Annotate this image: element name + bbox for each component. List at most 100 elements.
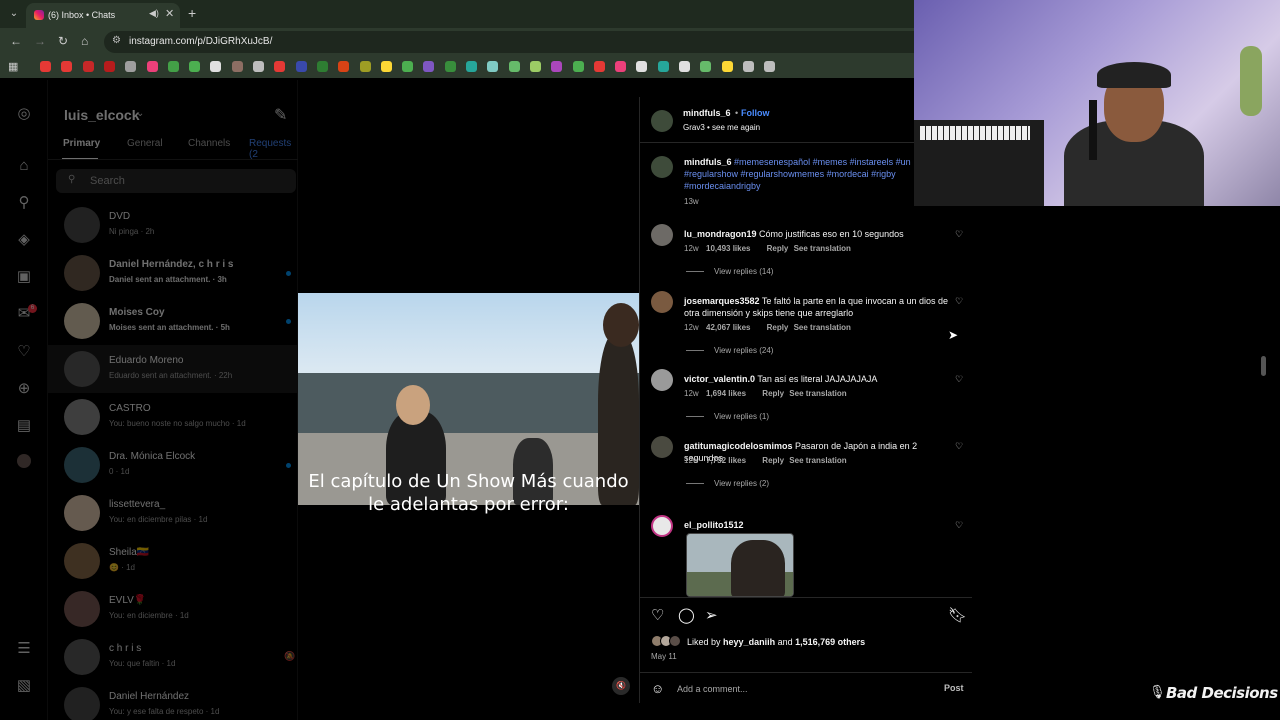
search-nav-icon[interactable]: ⚲: [14, 193, 34, 213]
search-box[interactable]: ⚲: [56, 169, 296, 193]
view-replies-button[interactable]: View replies (1): [686, 412, 769, 421]
bookmark-favicon-icon[interactable]: [487, 61, 499, 72]
bookmark-favicon-icon[interactable]: [210, 61, 222, 72]
commenter-username[interactable]: gatitumagicodelosmimos: [684, 441, 793, 451]
search-input[interactable]: [90, 173, 280, 189]
bookmark-favicon-icon[interactable]: [764, 61, 776, 72]
comment-like-icon[interactable]: ♡: [955, 229, 963, 240]
liked-by-user[interactable]: heyy_daniih: [723, 637, 775, 647]
bookmark-favicon-icon[interactable]: [231, 61, 243, 72]
reels-nav-icon[interactable]: ▣: [14, 267, 34, 287]
site-info-icon[interactable]: ⚙: [112, 35, 121, 46]
commenter-username[interactable]: lu_mondragon19: [684, 229, 757, 239]
home-icon[interactable]: ⌂: [81, 34, 88, 48]
bookmark-favicon-icon[interactable]: [679, 61, 690, 72]
see-translation-button[interactable]: See translation: [789, 389, 846, 398]
view-replies-button[interactable]: View replies (14): [686, 267, 773, 276]
caption-username[interactable]: mindfuls_6: [684, 157, 732, 167]
likes-summary[interactable]: Liked by heyy_daniih and 1,516,769 other…: [687, 637, 865, 647]
bookmark-favicon-icon[interactable]: [253, 61, 264, 72]
bookmark-favicon-icon[interactable]: [615, 61, 627, 72]
reply-button[interactable]: Reply: [767, 244, 789, 253]
bookmark-favicon-icon[interactable]: [316, 61, 328, 72]
bookmark-favicon-icon[interactable]: [551, 61, 563, 72]
bookmark-favicon-icon[interactable]: [657, 61, 669, 72]
bookmark-favicon-icon[interactable]: [274, 61, 286, 72]
comment-likes[interactable]: 7,752 likes: [706, 456, 746, 465]
post-comment-button[interactable]: Post: [944, 683, 964, 693]
chat-row[interactable]: Sheila🇻🇪 😊 · 1d: [48, 537, 298, 585]
chat-row[interactable]: Dra. Mónica Elcock 0 · 1d: [48, 441, 298, 489]
comment-like-icon[interactable]: ♡: [955, 374, 963, 385]
chat-row[interactable]: EVLV🌹 You: en diciembre · 1d: [48, 585, 298, 633]
bookmark-favicon-icon[interactable]: [700, 61, 712, 72]
bookmark-favicon-icon[interactable]: [40, 61, 51, 72]
commenter-avatar[interactable]: [651, 515, 673, 537]
tab-search-icon[interactable]: ⌄: [6, 6, 22, 22]
tab-requests[interactable]: Requests (2: [249, 138, 298, 160]
liked-by-others[interactable]: 1,516,769 others: [795, 637, 865, 647]
bookmark-favicon-icon[interactable]: [338, 61, 350, 72]
bookmark-favicon-icon[interactable]: [380, 61, 392, 72]
apps-grid-icon[interactable]: ▦: [8, 60, 18, 73]
tab-channels[interactable]: Channels: [188, 138, 230, 149]
bookmark-favicon-icon[interactable]: [125, 61, 137, 72]
commenter-avatar[interactable]: [651, 291, 673, 313]
tab-general[interactable]: General: [127, 138, 163, 149]
commenter-username[interactable]: josemarques3582: [684, 296, 760, 306]
share-icon[interactable]: ➢: [705, 606, 718, 624]
commenter-username[interactable]: victor_valentin.0: [684, 374, 755, 384]
bookmark-favicon-icon[interactable]: [402, 61, 414, 72]
bookmark-favicon-icon[interactable]: [593, 61, 605, 72]
home-nav-icon[interactable]: ⌂: [14, 156, 34, 176]
chat-row[interactable]: DVD Ni pinga · 2h: [48, 201, 298, 249]
reply-button[interactable]: Reply: [767, 323, 789, 332]
comment-likes[interactable]: 1,694 likes: [706, 389, 746, 398]
see-translation-button[interactable]: See translation: [794, 323, 851, 332]
bookmark-favicon-icon[interactable]: [82, 61, 94, 72]
comment-icon[interactable]: ◯: [678, 606, 695, 624]
emoji-icon[interactable]: ☺: [651, 681, 664, 696]
chat-row[interactable]: c h r i s You: que faltin · 1d 🔕: [48, 633, 298, 681]
address-bar[interactable]: ⚙ instagram.com/p/DJiGRhXuJcB/: [104, 31, 914, 53]
speaker-icon[interactable]: ◀): [149, 8, 159, 19]
bookmark-favicon-icon[interactable]: [146, 61, 158, 72]
profile-avatar[interactable]: [14, 454, 34, 474]
commenter-avatar[interactable]: [651, 224, 673, 246]
chat-row[interactable]: CASTRO You: bueno noste no salgo mucho · …: [48, 393, 298, 441]
bookmark-favicon-icon[interactable]: [742, 61, 754, 72]
tab-primary[interactable]: Primary: [63, 138, 100, 149]
caption-author-avatar[interactable]: [651, 156, 673, 178]
bookmark-favicon-icon[interactable]: [359, 61, 371, 72]
commenter-avatar[interactable]: [651, 369, 673, 391]
bookmark-favicon-icon[interactable]: [721, 61, 733, 72]
bookmark-favicon-icon[interactable]: [636, 61, 648, 72]
compose-message-icon[interactable]: ✎: [274, 105, 287, 125]
scrollbar-thumb[interactable]: [1261, 356, 1266, 376]
reply-button[interactable]: Reply: [762, 389, 784, 398]
comment-likes[interactable]: 10,493 likes: [706, 244, 750, 253]
also-from-meta-icon[interactable]: ▧: [14, 676, 34, 696]
bookmark-favicon-icon[interactable]: [508, 61, 520, 72]
dashboard-nav-icon[interactable]: ▤: [14, 416, 34, 436]
bookmark-favicon-icon[interactable]: [529, 61, 541, 72]
menu-icon[interactable]: ☰: [14, 639, 34, 659]
see-translation-button[interactable]: See translation: [794, 244, 851, 253]
bookmark-favicon-icon[interactable]: [61, 61, 73, 72]
chat-row[interactable]: lissettevera_ You: en diciembre pilas · 1…: [48, 489, 298, 537]
view-replies-button[interactable]: View replies (24): [686, 346, 773, 355]
bookmark-favicon-icon[interactable]: [423, 61, 435, 72]
new-tab-button[interactable]: +: [188, 5, 196, 21]
bookmark-favicon-icon[interactable]: [444, 61, 456, 72]
commenter-username[interactable]: el_pollito1512: [684, 520, 744, 530]
comment-image[interactable]: [686, 533, 794, 597]
commenter-avatar[interactable]: [651, 436, 673, 458]
mute-icon[interactable]: 🔇: [612, 677, 630, 695]
author-username[interactable]: mindfuls_6: [683, 108, 731, 118]
bookmark-favicon-icon[interactable]: [466, 61, 477, 72]
follow-button[interactable]: Follow: [741, 108, 770, 118]
view-replies-button[interactable]: View replies (2): [686, 479, 769, 488]
bookmark-favicon-icon[interactable]: [167, 61, 179, 72]
back-icon[interactable]: ←: [10, 34, 22, 48]
comment-like-icon[interactable]: ♡: [955, 441, 963, 452]
